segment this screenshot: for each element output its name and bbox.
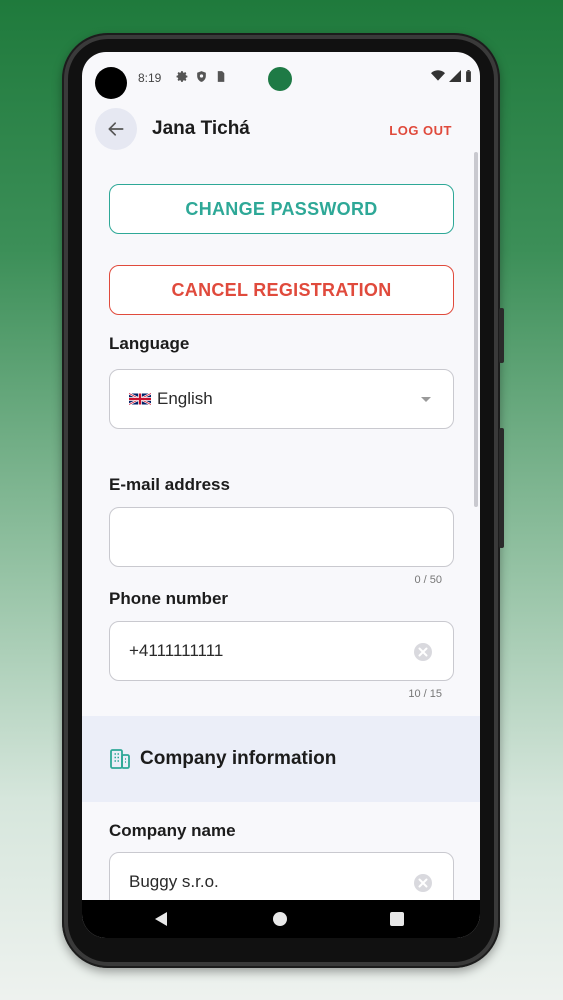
signal-icon [449,70,461,82]
email-field[interactable] [109,507,454,567]
nav-back-icon[interactable] [155,912,169,926]
logout-button[interactable]: LOG OUT [389,123,452,138]
phone-label: Phone number [109,589,229,608]
status-time: 8:19 [138,71,162,85]
nav-home-icon[interactable] [273,912,287,926]
battery-icon [466,70,471,82]
shield-icon [197,71,206,82]
change-password-button[interactable]: CHANGE PASSWORD [109,184,454,234]
back-button[interactable] [95,108,137,150]
page-title: Jana Tichá [152,118,250,139]
language-label: Language [109,334,190,353]
uk-flag-icon [129,392,151,406]
power-button [499,428,504,548]
building-icon [110,749,130,769]
chevron-down-icon [421,397,431,402]
clear-icon[interactable] [413,873,433,893]
clear-icon[interactable] [413,642,433,662]
scrollbar[interactable] [474,152,478,507]
volume-button [499,308,504,363]
status-icons [176,70,227,83]
section-title: Company information [140,748,337,769]
app-bar: Jana Tichá LOG OUT [82,104,480,156]
status-bar: 8:19 [82,52,480,104]
company-name-value: Buggy s.r.o. [129,872,219,891]
email-counter: 0 / 50 [414,574,442,586]
arrow-left-icon [108,122,124,136]
language-value: English [157,389,213,408]
cancel-registration-button[interactable]: CANCEL REGISTRATION [109,265,454,315]
company-name-label: Company name [109,821,236,840]
camera-cutout [95,67,127,99]
status-right-icons [431,70,472,82]
wifi-icon [431,70,445,81]
phone-field[interactable]: +4111111111 [109,621,454,681]
settings-icon [176,71,188,82]
sim-icon [217,71,225,82]
phone-counter: 10 / 15 [408,688,442,700]
language-select[interactable]: English [109,369,454,429]
app-screen: 8:19 Jana Tichá LOG OUT CHANGE PASSWORD … [82,52,480,938]
email-label: E-mail address [109,475,230,494]
phone-value: +4111111111 [129,641,224,660]
nav-recent-icon[interactable] [390,912,404,926]
company-section-header: Company information [82,716,480,802]
system-nav-bar [82,900,480,938]
status-dot [268,67,292,91]
